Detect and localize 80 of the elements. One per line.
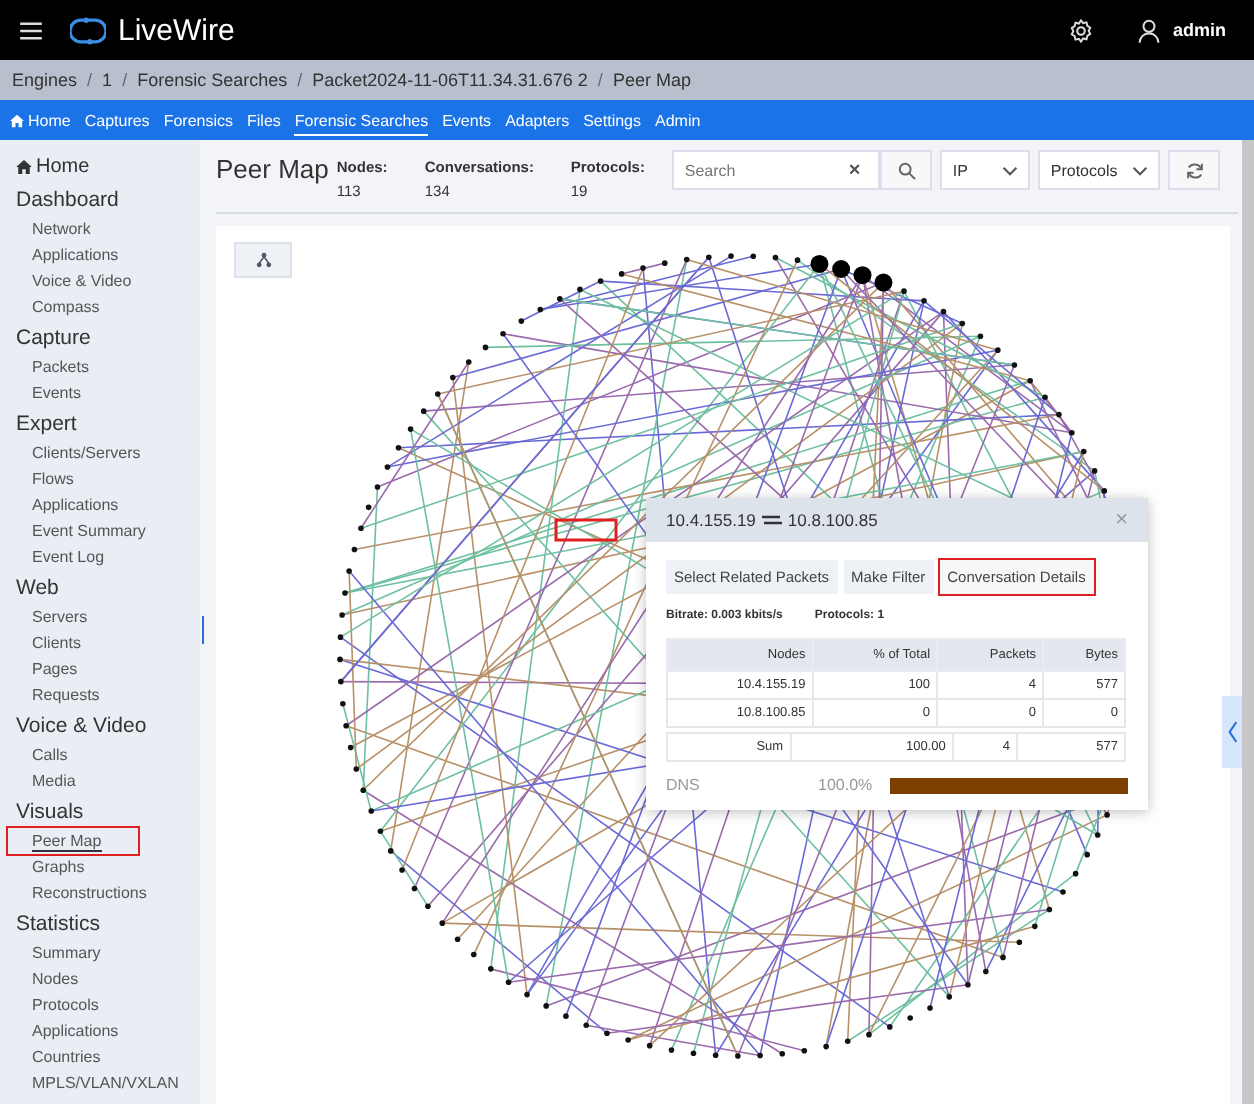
- sidebar-item[interactable]: Peer Map: [8, 828, 138, 854]
- sidebar-heading: Web: [16, 574, 59, 604]
- sidebar-item[interactable]: Clients/Servers: [16, 440, 141, 466]
- clear-button[interactable]: ×: [848, 159, 861, 181]
- breadcrumb-separator: /: [597, 70, 603, 90]
- sidebar-item[interactable]: Protocols: [16, 992, 99, 1018]
- sidebar-item[interactable]: Applications: [16, 242, 119, 268]
- sidebar-item[interactable]: Applications: [16, 1018, 119, 1044]
- sidebar-item[interactable]: Flows: [16, 466, 74, 492]
- sidebar-item[interactable]: Event Log: [16, 544, 105, 570]
- sidebar-item[interactable]: Voice & Video: [16, 268, 132, 294]
- collapse-handle[interactable]: [1222, 696, 1242, 768]
- protocol-name: DNS: [666, 776, 702, 794]
- breadcrumb-separator: /: [87, 70, 93, 90]
- sidebar-item[interactable]: Summary: [16, 940, 101, 966]
- sidebar-item[interactable]: Requests: [16, 682, 100, 708]
- sidebar-item[interactable]: Clients: [16, 630, 81, 656]
- search-field[interactable]: Search ×: [672, 150, 881, 190]
- nav-tab[interactable]: Forensics: [163, 105, 233, 135]
- sidebar-item[interactable]: Network: [16, 216, 91, 242]
- refresh-button[interactable]: [1168, 150, 1221, 190]
- layout-button[interactable]: [234, 242, 292, 278]
- breadcrumb-link[interactable]: 1: [102, 70, 113, 90]
- nav-tab[interactable]: Home: [10, 105, 71, 135]
- nav-tab[interactable]: Admin: [655, 105, 701, 135]
- nav-tab[interactable]: Events: [442, 105, 492, 135]
- highlight-rectangle: [554, 518, 618, 542]
- sidebar-item[interactable]: Calls: [16, 742, 68, 768]
- breadcrumb-link[interactable]: Peer Map: [612, 70, 691, 90]
- app-title: LiveWire: [118, 13, 235, 47]
- sidebar-item[interactable]: Events: [16, 380, 81, 406]
- home-icon: [16, 160, 32, 174]
- sidebar-item[interactable]: Packets: [16, 354, 89, 380]
- exchange-icon: [761, 514, 782, 526]
- scrollbar[interactable]: [1242, 140, 1254, 1104]
- sidebar-item[interactable]: Applications: [16, 492, 119, 518]
- sidebar-home-link[interactable]: Home: [16, 152, 90, 182]
- user-icon[interactable]: [1138, 17, 1161, 43]
- sidebar-item[interactable]: Reconstructions: [16, 880, 147, 906]
- chevron-down-icon: [1132, 165, 1149, 175]
- page-title: Peer Map: [216, 154, 329, 184]
- nav-tab[interactable]: Forensic Searches: [294, 105, 429, 135]
- chevron-down-icon: [1002, 165, 1019, 175]
- sidebar-item[interactable]: Event Summary: [16, 518, 146, 544]
- link-logo-icon: [70, 15, 106, 45]
- sidebar-item[interactable]: Compass: [16, 294, 100, 320]
- sidebar-heading: Expert: [16, 410, 77, 440]
- hierarchy-icon: [255, 252, 271, 268]
- breadcrumb-link[interactable]: Packet2024-11-06T11.34.31.676 2: [312, 70, 588, 90]
- sidebar-item[interactable]: Countries: [16, 1044, 101, 1070]
- protocol-percent: 100.0%: [818, 776, 875, 794]
- breadcrumb-separator: /: [122, 70, 128, 90]
- chevron-left-icon: [1227, 720, 1237, 744]
- search-icon: [897, 161, 916, 179]
- nav-tab[interactable]: Settings: [583, 105, 641, 135]
- sidebar-heading: Capture: [16, 324, 91, 354]
- sidebar-item[interactable]: Nodes: [16, 966, 79, 992]
- settings-icon[interactable]: [1068, 17, 1095, 43]
- breadcrumb-separator: /: [297, 70, 303, 90]
- refresh-icon: [1185, 161, 1204, 179]
- sidebar-item[interactable]: Servers: [16, 604, 88, 630]
- sidebar-heading: Statistics: [16, 910, 101, 940]
- dropdown[interactable]: IP: [940, 150, 1031, 190]
- sidebar-item[interactable]: MPLS/VLAN/VXLAN: [16, 1070, 179, 1096]
- sidebar-item[interactable]: Graphs: [16, 854, 85, 880]
- sidebar-heading: Voice & Video: [16, 712, 147, 742]
- breadcrumb-link[interactable]: Engines: [12, 70, 78, 90]
- popover-title: 10.4.155.19 10.8.100.85: [666, 510, 878, 530]
- sidebar-heading: Dashboard: [16, 186, 119, 216]
- dropdown[interactable]: Protocols: [1038, 150, 1161, 190]
- nav-tab[interactable]: Captures: [84, 105, 150, 135]
- breadcrumb-link[interactable]: Forensic Searches: [137, 70, 288, 90]
- sidebar-item[interactable]: Pages: [16, 656, 78, 682]
- search-button[interactable]: [880, 150, 933, 190]
- menu-icon[interactable]: [20, 21, 42, 39]
- sidebar-item[interactable]: Media: [16, 768, 76, 794]
- sidebar-heading: Visuals: [16, 798, 84, 828]
- nav-tab[interactable]: Files: [247, 105, 281, 135]
- nav-tab[interactable]: Adapters: [505, 105, 570, 135]
- user-name[interactable]: admin: [1172, 20, 1226, 40]
